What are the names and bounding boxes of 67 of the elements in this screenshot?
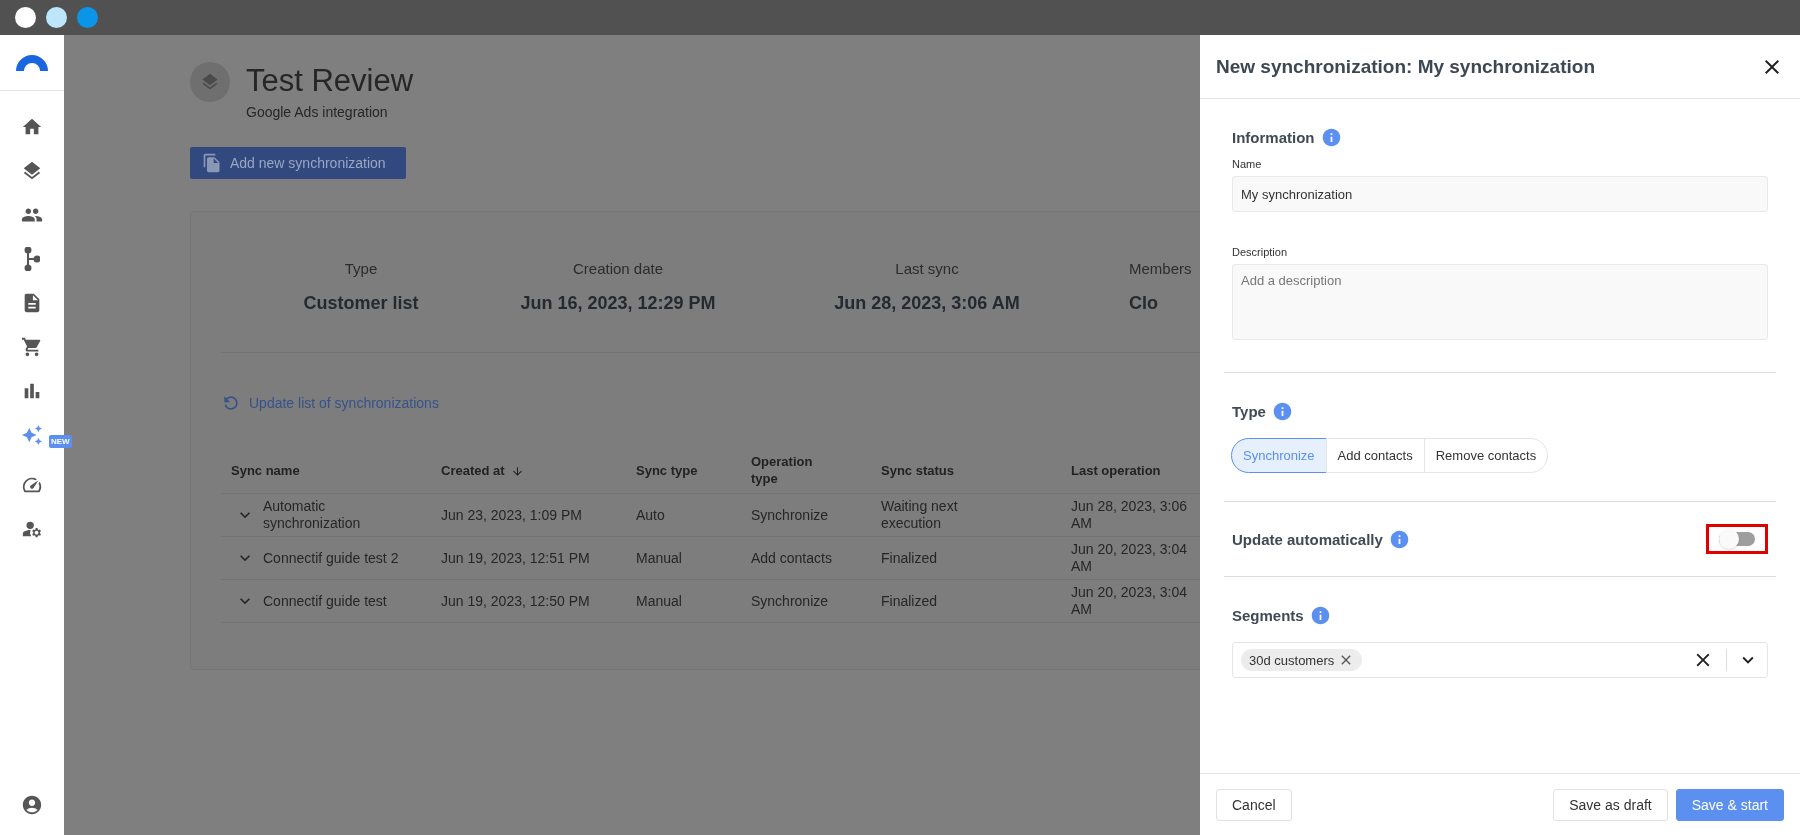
section-heading: Type: [1232, 403, 1266, 420]
stat-value: Jun 28, 2023, 3:06 AM: [834, 293, 1020, 314]
toggle-label: Update automatically: [1232, 530, 1383, 548]
table-cell: Finalized: [871, 536, 1061, 580]
table-cell: Finalized: [871, 579, 1061, 623]
stat-value: Clo: [1129, 293, 1158, 314]
window-control-dot[interactable]: [77, 7, 98, 28]
table-cell: Add contacts: [741, 536, 871, 580]
column-header[interactable]: Created at: [431, 447, 626, 494]
logo-icon[interactable]: [16, 54, 48, 71]
page-subtitle: Google Ads integration: [246, 104, 389, 120]
toggle-switch[interactable]: [1719, 532, 1755, 546]
footer-button[interactable]: Save as draft: [1553, 788, 1668, 821]
stat-label: Last sync: [895, 260, 959, 277]
table-cell: Connectif guide test: [263, 592, 387, 610]
sort-arrow-icon: [510, 464, 524, 478]
table-cell: Jun 23, 2023, 1:09 PM: [431, 493, 626, 537]
layers-icon[interactable]: [21, 160, 43, 182]
stat-value: Customer list: [303, 293, 419, 314]
stat-value: Jun 16, 2023, 12:29 PM: [520, 293, 716, 314]
layers-icon: [190, 62, 230, 102]
new-badge: NEW: [49, 435, 72, 448]
copy-icon: [202, 153, 222, 173]
drawer-title: New synchronization: My synchronization: [1216, 55, 1595, 78]
table-cell: Manual: [626, 579, 741, 623]
table-cell: Synchronize: [741, 493, 871, 537]
table-cell-text: Automatic synchronization: [263, 498, 362, 532]
table-cell: Synchronize: [741, 579, 871, 623]
type-option[interactable]: Synchronize: [1231, 438, 1327, 473]
table-cell: Jun 19, 2023, 12:50 PM: [431, 579, 626, 623]
stat-label: Creation date: [572, 260, 664, 277]
segments-select-field[interactable]: 30d customers: [1232, 642, 1768, 678]
table-cell: Auto: [626, 493, 741, 537]
field-label: Name: [1232, 158, 1263, 170]
stat-label: Members: [1129, 260, 1192, 277]
account-icon[interactable]: [21, 794, 43, 816]
description-field[interactable]: Add a description: [1232, 264, 1768, 340]
field-label: Description: [1232, 246, 1289, 258]
window-control-dot[interactable]: [46, 7, 67, 28]
info-icon[interactable]: [1388, 528, 1410, 550]
type-option[interactable]: Add contacts: [1325, 438, 1425, 473]
section-heading: Information: [1232, 129, 1315, 146]
info-icon[interactable]: [1271, 401, 1293, 422]
sparkle-icon[interactable]: [21, 424, 43, 446]
page-title: Test Review: [246, 62, 414, 100]
branch-icon[interactable]: [24, 247, 40, 271]
type-option[interactable]: Remove contacts: [1423, 438, 1549, 473]
section-heading: Segments: [1232, 607, 1304, 624]
table-cell: Manual: [626, 536, 741, 580]
footer-button[interactable]: Cancel: [1216, 788, 1292, 821]
info-icon[interactable]: [1309, 605, 1331, 626]
cart-icon[interactable]: [21, 336, 43, 358]
segment-chip: 30d customers: [1241, 649, 1363, 671]
stat-label: Type: [344, 260, 378, 277]
table-cell: Connectif guide test 2: [263, 549, 399, 567]
info-icon[interactable]: [1320, 127, 1342, 148]
table-cell: Jun 19, 2023, 12:51 PM: [431, 536, 626, 580]
column-header[interactable]: Operation type: [741, 447, 871, 494]
name-input-field[interactable]: My synchronization: [1232, 176, 1768, 212]
column-header[interactable]: Sync name: [221, 447, 431, 494]
table-cell: Waiting next execution: [871, 493, 1061, 537]
column-header[interactable]: Sync type: [626, 447, 741, 494]
refresh-icon: [221, 393, 241, 413]
footer-button[interactable]: Save & start: [1675, 788, 1784, 821]
column-header[interactable]: Sync status: [871, 447, 1061, 494]
add-synchronization-button[interactable]: Add new synchronization: [190, 147, 406, 179]
window-control-dot[interactable]: [15, 7, 36, 28]
